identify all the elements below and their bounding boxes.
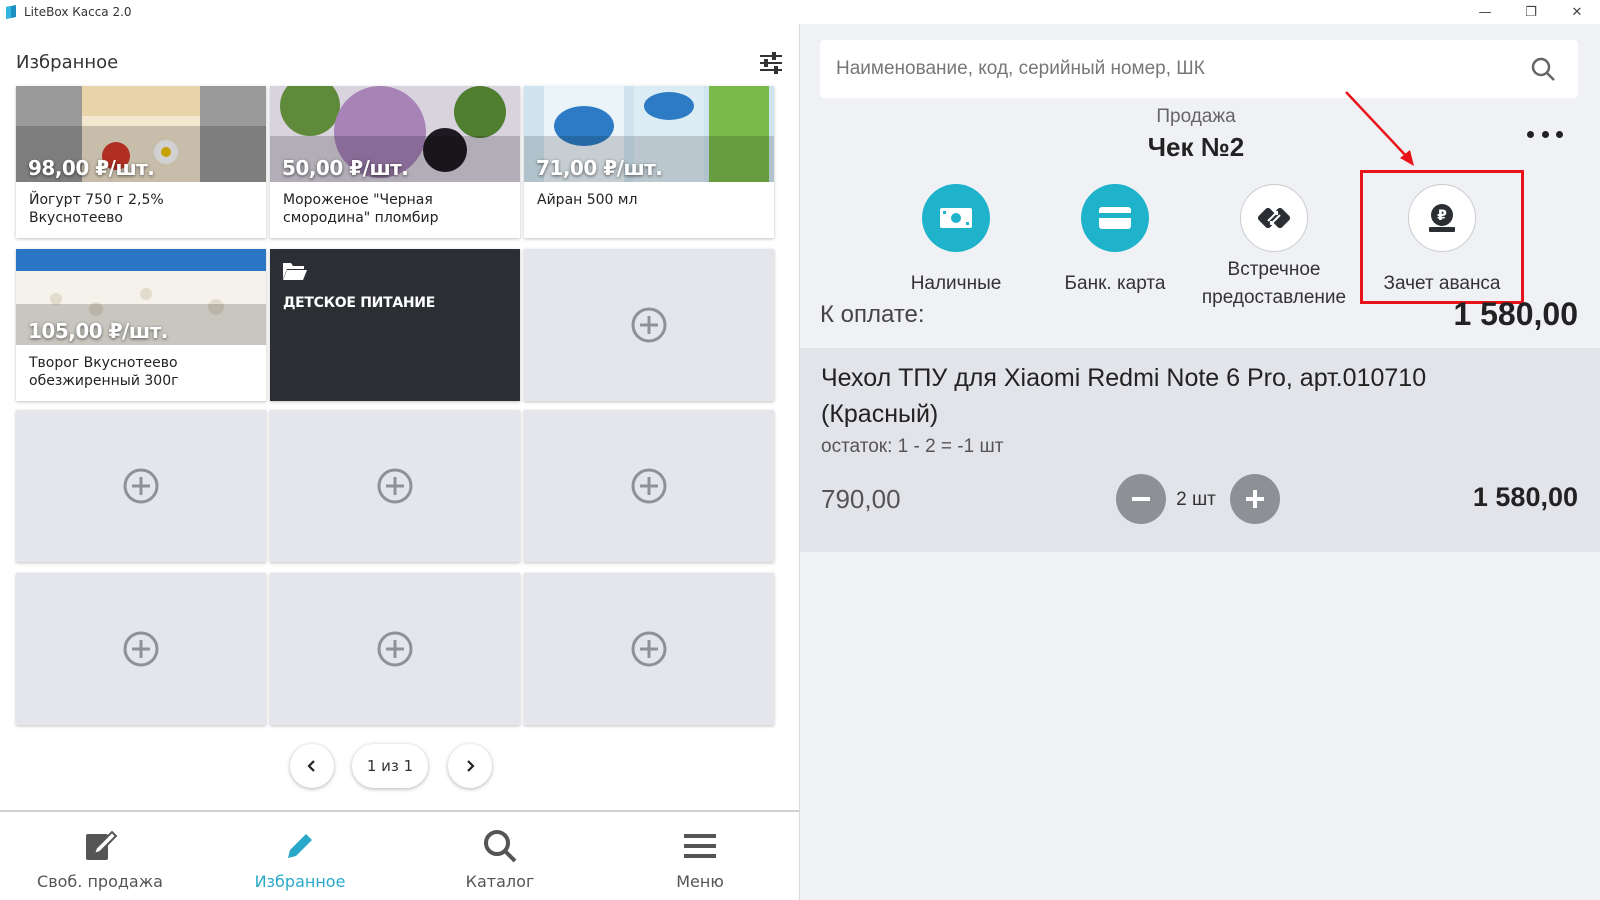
add-favorite-tile[interactable] <box>16 573 266 725</box>
payment-label: Банк. карта <box>1064 273 1166 294</box>
nav-favorites[interactable]: Избранное <box>200 812 400 900</box>
add-circle-icon <box>631 468 667 504</box>
product-name: Йогурт 750 г 2,5% Вкуснотеево <box>16 182 266 238</box>
folder-name: ДЕТСКОЕ ПИТАНИЕ <box>283 295 435 311</box>
filter-settings-icon[interactable] <box>758 50 784 76</box>
decrease-qty-button[interactable] <box>1116 474 1166 524</box>
item-quantity: 2 шт <box>1176 489 1216 510</box>
product-name: Айран 500 мл <box>524 182 774 238</box>
window-titlebar: LiteBox Касса 2.0 — ❐ ✕ <box>0 0 1600 24</box>
edit-note-icon <box>86 830 118 860</box>
next-page-button[interactable] <box>448 744 492 788</box>
close-button[interactable]: ✕ <box>1554 0 1600 24</box>
annotation-arrow-icon <box>1345 91 1414 166</box>
product-tile-yogurt[interactable]: 98,00 ₽/шт. Йогурт 750 г 2,5% Вкуснотеев… <box>16 86 266 238</box>
window-title: LiteBox Касса 2.0 <box>24 5 132 19</box>
search-box <box>820 40 1578 98</box>
add-favorite-tile[interactable] <box>270 410 520 562</box>
nav-menu[interactable]: Меню <box>600 812 800 900</box>
exchange-icon <box>1240 184 1308 252</box>
favorites-panel: Избранное 98,00 ₽/шт. Йогурт 750 г 2,5% … <box>0 24 800 900</box>
nav-label: Избранное <box>254 872 346 891</box>
minimize-button[interactable]: — <box>1462 0 1508 24</box>
plus-icon <box>1246 490 1264 508</box>
nav-catalog[interactable]: Каталог <box>400 812 600 900</box>
check-title: Чек №2 <box>1147 132 1245 162</box>
window-controls: — ❐ ✕ <box>1462 0 1600 24</box>
item-name: Чехол ТПУ для Xiaomi Redmi Note 6 Pro, а… <box>821 364 1427 428</box>
product-name: Творог Вкуснотеево обезжиренный 300г <box>16 345 266 401</box>
increase-qty-button[interactable] <box>1230 474 1280 524</box>
nav-label: Своб. продажа <box>37 872 163 891</box>
folder-open-icon <box>283 263 307 280</box>
page-indicator: 1 из 1 <box>352 744 428 788</box>
pay-card-button[interactable]: Банк. карта <box>1035 184 1195 314</box>
item-stock-rest: остаток: 1 - 2 = -1 шт <box>821 436 1004 457</box>
add-circle-icon <box>377 468 413 504</box>
cart-item[interactable]: Чехол ТПУ для Xiaomi Redmi Note 6 Pro, а… <box>800 348 1600 552</box>
restore-button[interactable]: ❐ <box>1508 0 1554 24</box>
add-circle-icon <box>123 468 159 504</box>
cash-icon <box>922 184 990 252</box>
highlight-box <box>1360 170 1524 304</box>
category-folder-tile[interactable]: ДЕТСКОЕ ПИТАНИЕ <box>270 249 520 401</box>
to-pay-label: К оплате: <box>820 301 925 328</box>
search-icon[interactable] <box>1530 56 1556 82</box>
to-pay-total: 1 580,00 <box>1453 296 1578 332</box>
sale-panel: Продажа Чек №2 Наличные Банк. карта <box>800 24 1600 900</box>
payment-label: Наличные <box>910 273 1002 294</box>
product-tile-cottage-cheese[interactable]: 105,00 ₽/шт. Творог Вкуснотеево обезжире… <box>16 249 266 401</box>
product-price: 98,00 ₽/шт. <box>28 156 155 180</box>
bottom-navigation: Своб. продажа Избранное Каталог Меню <box>0 810 800 900</box>
product-price: 71,00 ₽/шт. <box>536 156 663 180</box>
prev-page-button[interactable] <box>290 744 334 788</box>
pay-cash-button[interactable]: Наличные <box>876 184 1036 314</box>
favorites-title: Избранное <box>16 52 119 73</box>
menu-icon <box>684 834 716 858</box>
more-options-icon[interactable] <box>1527 122 1563 146</box>
operation-mode: Продажа <box>1156 106 1236 127</box>
pagination: 1 из 1 <box>0 744 800 788</box>
nav-label: Меню <box>676 872 724 891</box>
pencil-icon <box>288 834 312 858</box>
add-circle-icon <box>631 307 667 343</box>
payment-label: Встречное предоставление <box>1201 259 1347 308</box>
product-tile-ayran[interactable]: 71,00 ₽/шт. Айран 500 мл <box>524 86 774 238</box>
add-favorite-tile[interactable] <box>524 249 774 401</box>
app-logo-icon <box>6 5 16 19</box>
product-tile-icecream[interactable]: 50,00 ₽/шт. Мороженое "Черная смородина"… <box>270 86 520 238</box>
product-price: 105,00 ₽/шт. <box>28 319 168 343</box>
add-favorite-tile[interactable] <box>16 410 266 562</box>
add-circle-icon <box>631 631 667 667</box>
search-input[interactable] <box>836 54 1496 84</box>
minus-icon <box>1132 497 1150 501</box>
nav-label: Каталог <box>465 872 535 891</box>
search-icon <box>484 830 517 863</box>
add-favorite-tile[interactable] <box>270 573 520 725</box>
item-unit-price: 790,00 <box>821 484 901 514</box>
add-favorite-tile[interactable] <box>524 410 774 562</box>
nav-free-sale[interactable]: Своб. продажа <box>0 812 200 900</box>
add-circle-icon <box>123 631 159 667</box>
add-circle-icon <box>377 631 413 667</box>
product-name: Мороженое "Черная смородина" пломбир <box>270 182 520 238</box>
product-price: 50,00 ₽/шт. <box>282 156 409 180</box>
add-favorite-tile[interactable] <box>524 573 774 725</box>
chevron-right-icon <box>467 760 475 772</box>
card-icon <box>1081 184 1149 252</box>
item-sum: 1 580,00 <box>1472 482 1578 512</box>
pay-counter-provision-button[interactable]: Встречное предоставление <box>1194 184 1354 314</box>
chevron-left-icon <box>307 760 315 772</box>
